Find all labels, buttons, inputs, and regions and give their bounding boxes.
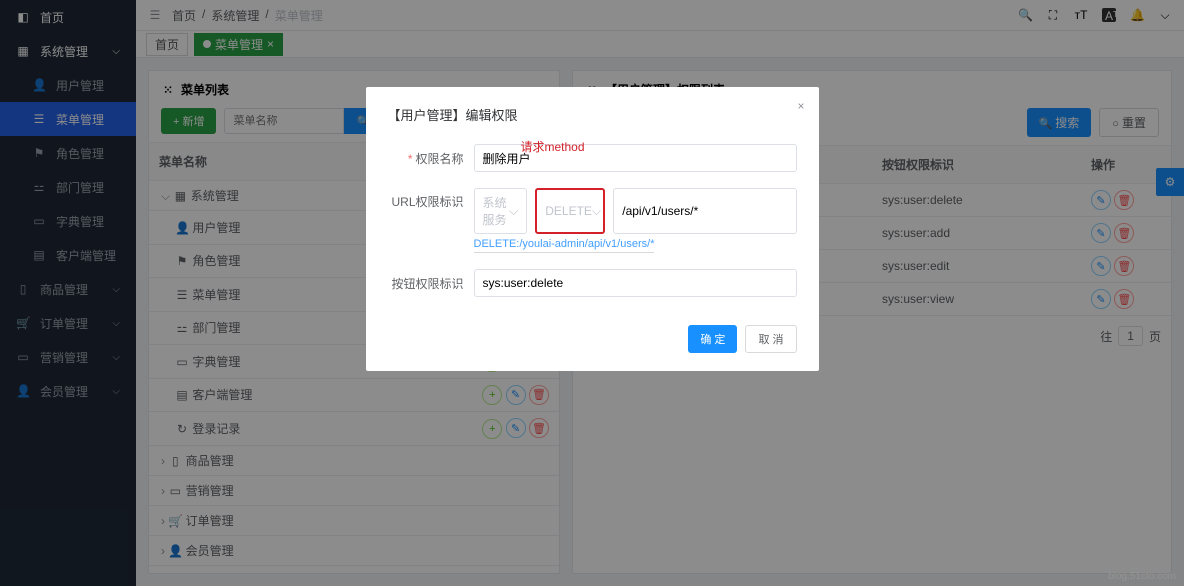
watermark: blog.51cto.com <box>1108 571 1176 582</box>
close-icon[interactable]: × <box>797 99 804 113</box>
dialog-title: 【用户管理】编辑权限 <box>388 105 797 124</box>
chevron-down-icon: ⌵ <box>592 204 601 219</box>
edit-perm-dialog: × 【用户管理】编辑权限 请求method 权限名称 URL权限标识 系统服务⌵… <box>366 87 819 371</box>
field-label: URL权限标识 <box>388 188 474 210</box>
url-controls: 系统服务⌵ DELETE⌵ <box>474 188 797 234</box>
btn-perm-input[interactable] <box>474 269 797 297</box>
chevron-down-icon: ⌵ <box>509 204 518 219</box>
service-select[interactable]: 系统服务⌵ <box>474 188 528 234</box>
dialog-footer: 确 定 取 消 <box>388 325 797 353</box>
form-row-name: 权限名称 <box>388 144 797 172</box>
ok-button[interactable]: 确 定 <box>688 325 737 353</box>
field-label: 权限名称 <box>388 150 474 167</box>
field-label: 按钮权限标识 <box>388 275 474 292</box>
method-select[interactable]: DELETE⌵ <box>535 188 605 234</box>
modal-mask[interactable]: × 【用户管理】编辑权限 请求method 权限名称 URL权限标识 系统服务⌵… <box>0 0 1184 586</box>
url-hint: DELETE:/youlai-admin/api/v1/users/* <box>474 238 655 253</box>
url-input[interactable] <box>613 188 796 234</box>
select-value: 系统服务 <box>483 194 510 228</box>
select-value: DELETE <box>545 204 592 218</box>
form-row-btn: 按钮权限标识 <box>388 269 797 297</box>
cancel-button[interactable]: 取 消 <box>745 325 796 353</box>
form-row-url: URL权限标识 系统服务⌵ DELETE⌵ DELETE:/youlai-adm… <box>388 188 797 253</box>
annotation: 请求method <box>521 138 585 155</box>
